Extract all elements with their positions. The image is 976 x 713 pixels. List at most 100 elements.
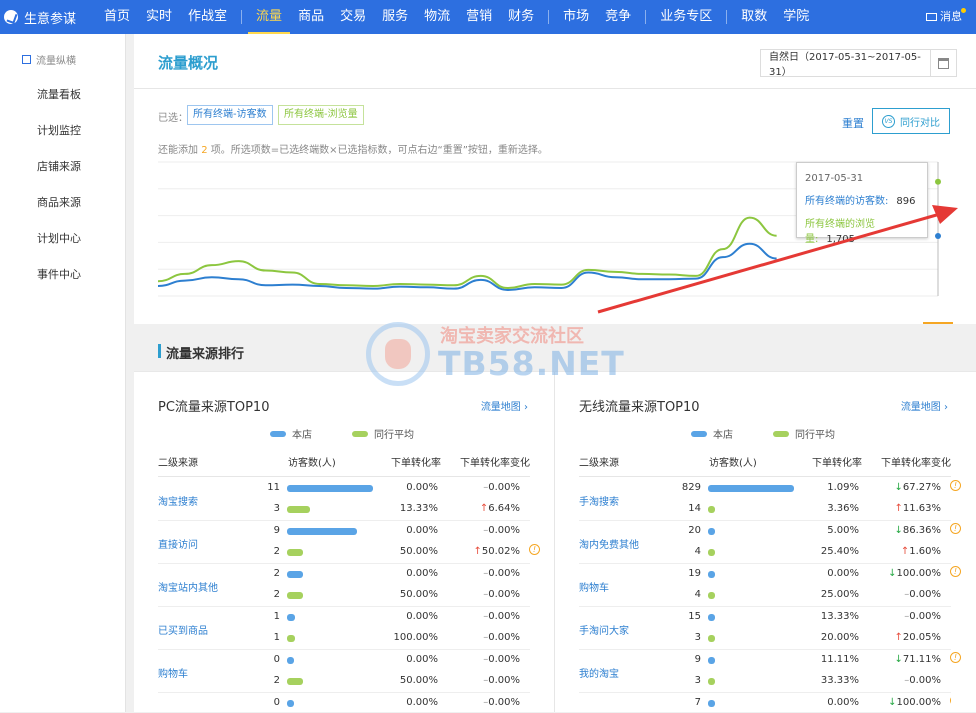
conversion-change: –0.00% (483, 632, 520, 643)
brand[interactable]: 生意参谋 (0, 8, 96, 27)
conversion-change: –0.00% (483, 589, 520, 600)
nav-item-13[interactable]: 取数 (733, 0, 775, 34)
peer-compare-button[interactable]: VS 同行对比 (872, 108, 950, 134)
warning-icon[interactable]: ! (950, 695, 951, 706)
warning-icon[interactable]: ! (950, 652, 961, 663)
legend-item-peer[interactable]: 同行平均 (352, 426, 414, 441)
legend-item-store[interactable]: 本店 (270, 426, 312, 441)
traffic-overview-card: 流量概况 自然日（2017-05-31~2017-05-31） 已选： 所有终端… (134, 34, 976, 324)
page-title: 流量概况 (158, 54, 219, 72)
warning-icon[interactable]: ! (950, 566, 961, 577)
table-row: 已买到商品 1 0.00% –0.00% 1 100.00% –0.00% (158, 607, 530, 650)
metric-line-store: 7 0.00% ↓100.00%! (579, 693, 951, 713)
warning-icon[interactable]: ! (950, 523, 961, 534)
legend-label: 本店 (713, 430, 733, 441)
conversion-change-value: 0.00% (488, 589, 520, 600)
legend-label: 同行平均 (374, 430, 414, 441)
conversion-change-value: 1.60% (909, 546, 941, 557)
sidebar-item-3[interactable]: 商品来源 (0, 185, 125, 221)
column-header-0: 二级来源 (579, 458, 619, 469)
arrow-down-icon: ↓ (894, 482, 903, 493)
nav-item-10[interactable]: 市场 (555, 0, 597, 34)
conversion-change: ↓67.27% (894, 482, 941, 493)
tag-visitors[interactable]: 所有终端-访客数 (187, 105, 273, 125)
mobile-source-panel: 无线流量来源TOP10 流量地图 › 本店 同行平均 二级来源 访客数(人) 下单转化率… (554, 372, 970, 712)
visitor-bar (287, 657, 294, 664)
warning-icon[interactable]: ! (529, 544, 540, 555)
nav-item-11[interactable]: 竞争 (597, 0, 639, 34)
visitor-bar (287, 678, 303, 685)
visitor-count: 4 (694, 589, 701, 600)
pc-traffic-map-link[interactable]: 流量地图 › (481, 398, 528, 413)
metric-line-store: 1 0.00% –0.00% (158, 607, 530, 627)
envelope-icon (926, 13, 937, 21)
visitor-bar (287, 528, 358, 535)
visitor-bar (287, 571, 303, 578)
visitor-bar (708, 528, 715, 535)
metric-line-store: 19 0.00% ↓100.00%! (579, 564, 961, 584)
peer-compare-label: 同行对比 (900, 117, 940, 129)
messages-link[interactable]: 消息 (926, 0, 966, 34)
date-range-picker[interactable]: 自然日（2017-05-31~2017-05-31） (760, 49, 957, 78)
nav-item-1[interactable]: 实时 (138, 0, 180, 34)
calendar-button[interactable] (930, 50, 956, 76)
visitor-count: 15 (688, 611, 701, 622)
nav-item-4[interactable]: 商品 (290, 0, 332, 34)
warning-icon[interactable]: ! (950, 480, 961, 491)
table-row: 手淘搜索 829 1.09% ↓67.27%! 14 3.36% ↑11.63% (579, 478, 961, 521)
sidebar-item-0[interactable]: 流量看板 (0, 77, 125, 113)
visitor-count: 20 (688, 525, 701, 536)
visitor-count: 3 (694, 632, 701, 643)
conversion-change: ↓71.11% (894, 654, 941, 665)
conversion-rate: 0.00% (406, 568, 438, 579)
nav-item-9[interactable]: 财务 (500, 0, 542, 34)
table-row: 淘宝站内其他 2 0.00% –0.00% 2 50.00% –0.00% (158, 564, 530, 607)
visitor-count: 11 (267, 482, 280, 493)
nav-item-7[interactable]: 物流 (416, 0, 458, 34)
tooltip-pageviews-value: 1,705 (826, 234, 856, 245)
nav-item-14[interactable]: 学院 (775, 0, 817, 34)
nav-item-5[interactable]: 交易 (332, 0, 374, 34)
nav-item-8[interactable]: 营销 (458, 0, 500, 34)
nav-item-3[interactable]: 流量 (248, 0, 291, 34)
mobile-traffic-map-link[interactable]: 流量地图 › (901, 398, 948, 413)
conversion-rate: 0.00% (406, 654, 438, 665)
legend-item-store[interactable]: 本店 (691, 426, 733, 441)
conversion-change-value: 100.00% (896, 568, 942, 579)
conversion-change: –0.00% (904, 675, 941, 686)
visitor-bar (708, 506, 715, 513)
sidebar-item-2[interactable]: 店铺来源 (0, 149, 125, 185)
column-header-1: 访客数(人) (288, 458, 336, 469)
metric-line-peer: 4 25.40% ↑1.60% (579, 542, 951, 562)
conversion-rate: 100.00% (393, 632, 439, 643)
sidebar-item-1[interactable]: 计划监控 (0, 113, 125, 149)
visitor-bar (708, 485, 794, 492)
conversion-change-value: 11.63% (902, 503, 941, 514)
hand-logo-icon (366, 322, 430, 386)
legend-item-peer[interactable]: 同行平均 (773, 426, 835, 441)
tag-pageviews[interactable]: 所有终端-浏览量 (278, 105, 364, 125)
nav-item-0[interactable]: 首页 (96, 0, 138, 34)
nav-item-6[interactable]: 服务 (374, 0, 416, 34)
conversion-change-value: 50.02% (481, 546, 520, 557)
column-header-3: 下单转化率变化 (881, 458, 951, 469)
conversion-change: ↑11.63% (894, 503, 941, 514)
conversion-change-value: 71.11% (902, 654, 941, 665)
sidebar-item-4[interactable]: 计划中心 (0, 221, 125, 257)
nav-item-12[interactable]: 业务专区 (652, 0, 720, 34)
nav-item-2[interactable]: 作战室 (180, 0, 235, 34)
table-row: 购物车 19 0.00% ↓100.00%! 4 25.00% –0.00% (579, 564, 961, 607)
conversion-change: –0.00% (483, 611, 520, 622)
conversion-rate: 0.00% (827, 568, 859, 579)
sidebar-item-5[interactable]: 事件中心 (0, 257, 125, 293)
reset-button[interactable]: 重置 (842, 115, 864, 131)
sidebar: 流量纵横 流量看板 计划监控 店铺来源 商品来源 计划中心 事件中心 (0, 34, 126, 712)
visitor-bar (287, 485, 373, 492)
series-line-0 (157, 242, 777, 291)
brand-name: 生意参谋 (24, 11, 77, 27)
series-line-1 (157, 216, 777, 289)
conversion-change-value: 0.00% (488, 654, 520, 665)
visitor-count: 3 (694, 675, 701, 686)
legend-label: 本店 (292, 430, 312, 441)
arrow-up-icon: ↑ (473, 546, 482, 557)
